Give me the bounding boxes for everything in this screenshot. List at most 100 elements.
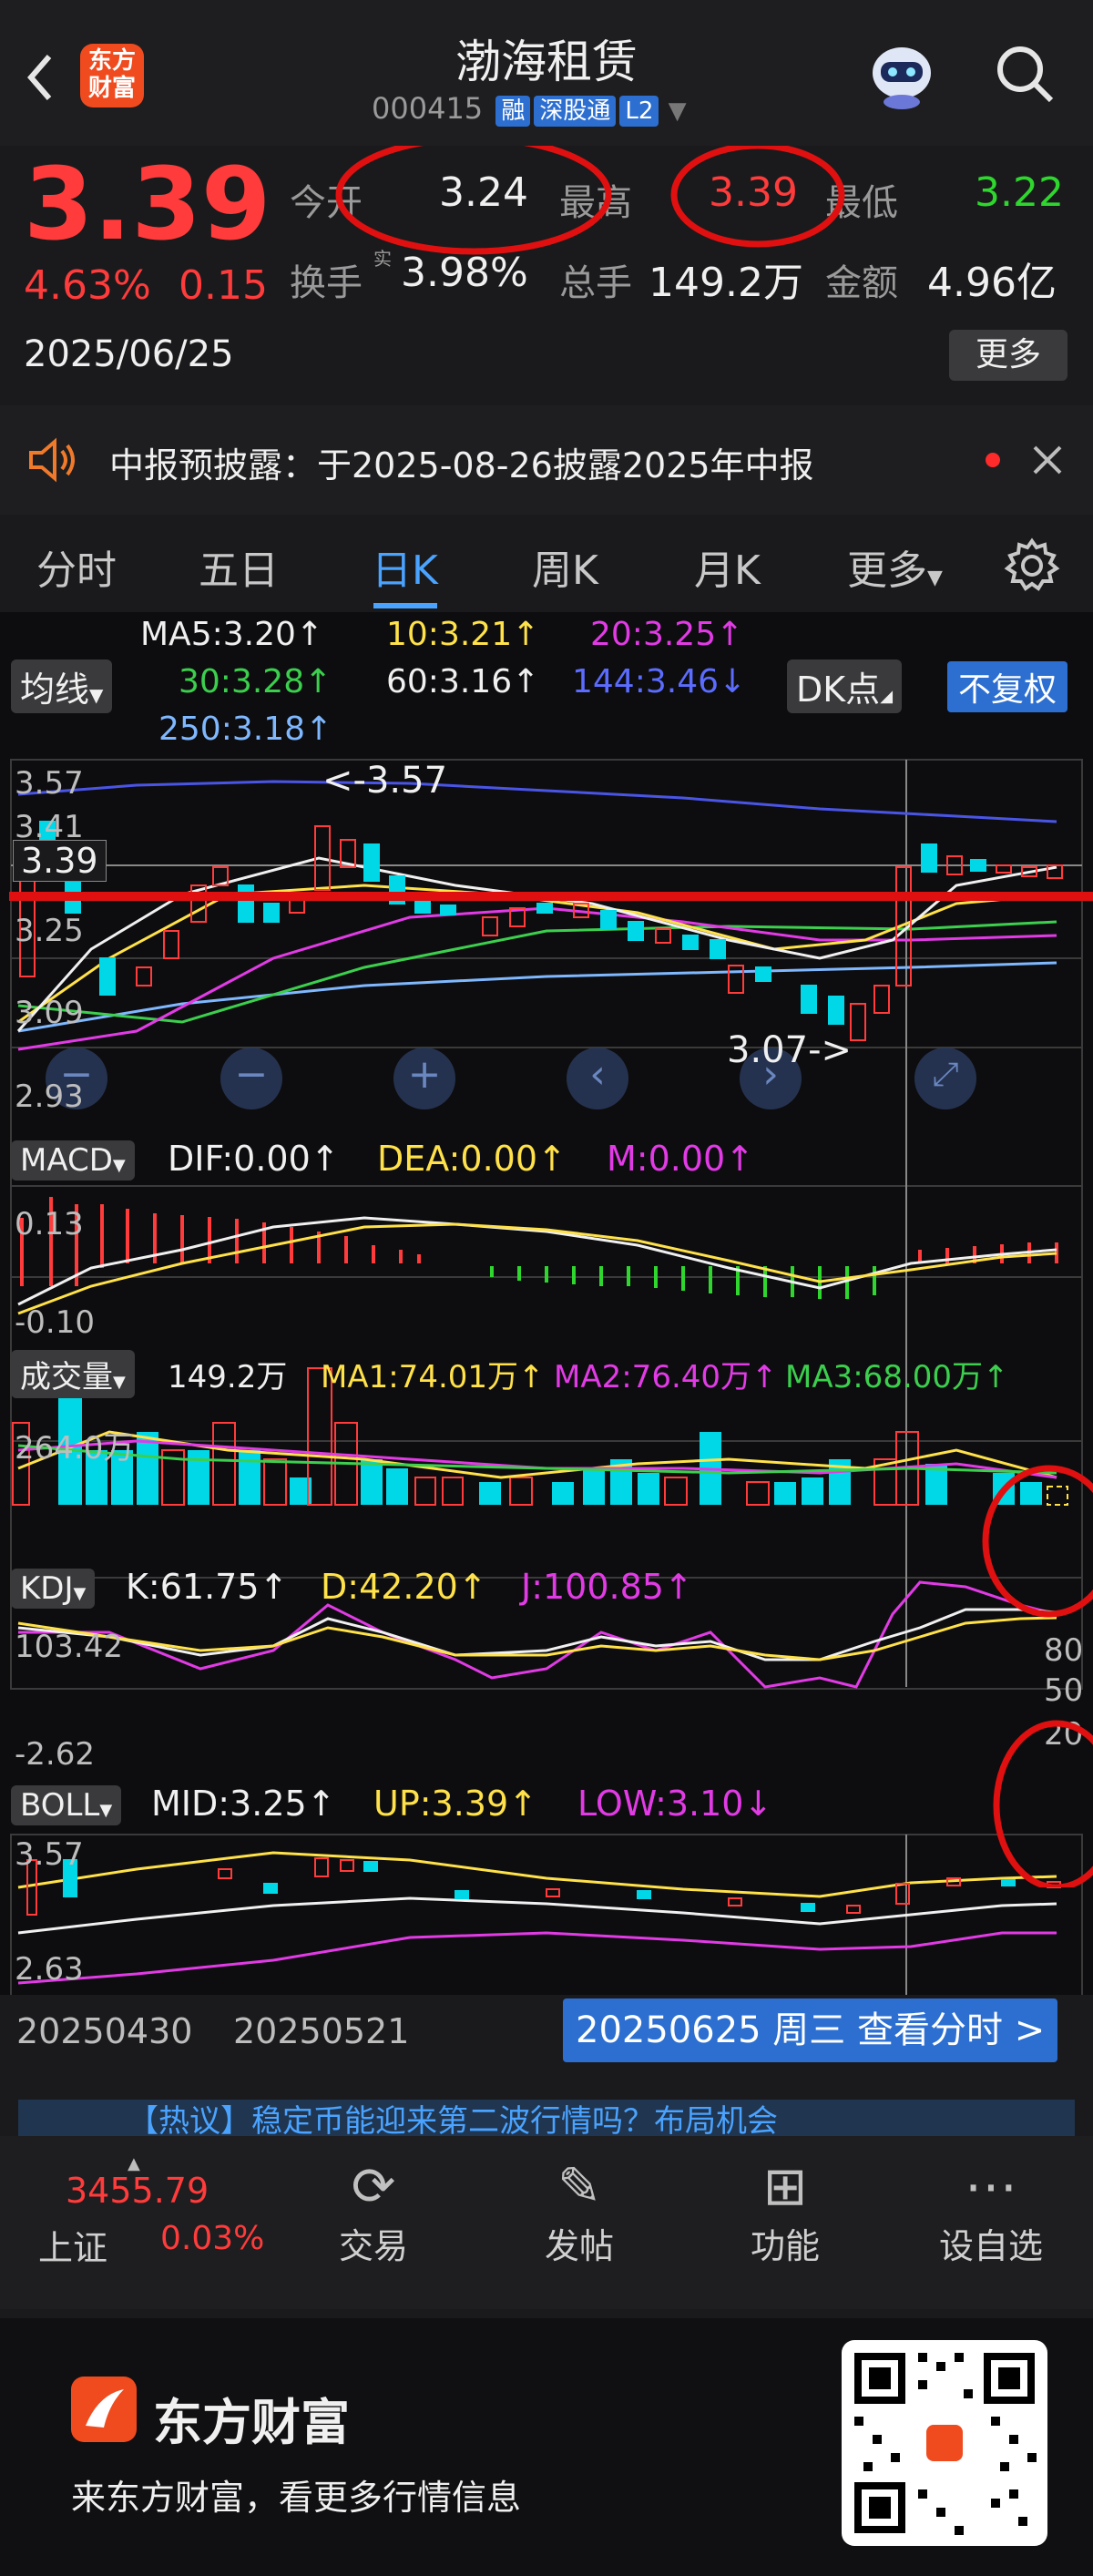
search-icon[interactable] xyxy=(993,42,1057,106)
ma20-value: 20:3.25↑ xyxy=(590,616,744,653)
volume-selector-label: 成交量 xyxy=(20,1359,113,1395)
tab-daily-k[interactable]: 日K xyxy=(372,537,438,596)
annotation-circles xyxy=(335,146,845,255)
tab-weekly-k[interactable]: 周K xyxy=(532,537,598,596)
dk-point-button[interactable]: DK点◢ xyxy=(787,659,903,713)
ma-selector-label: 均线 xyxy=(20,670,90,710)
kdj-selector-label: KDJ xyxy=(20,1570,74,1607)
kdj-selector[interactable]: KDJ▼ xyxy=(11,1569,96,1609)
period-tabs: 分时 五日 日K 周K 月K 更多▼ xyxy=(0,519,1093,610)
nav-add-watchlist-label: 设自选 xyxy=(938,2226,1043,2266)
kdj-y-bottom: -2.62 xyxy=(15,1736,95,1773)
nav-trade-label: 交易 xyxy=(338,2226,408,2266)
active-tab-underline xyxy=(373,603,437,608)
caret-down-icon: ▼ xyxy=(927,567,943,589)
banner-text: 【热议】稳定币能迎来第二波行情吗？布局机会 xyxy=(128,2103,778,2136)
robot-assistant-icon[interactable] xyxy=(861,38,943,111)
zoom-in-icon[interactable]: + xyxy=(403,1053,446,1097)
nav-trade[interactable]: ⟳ 交易 xyxy=(282,2154,465,2268)
boll-chart[interactable] xyxy=(0,1833,1093,2015)
min-price-label: 3.07-> xyxy=(727,1029,853,1071)
ma250-value: 250:3.18↑ xyxy=(158,710,333,748)
stock-code: 000415 xyxy=(372,91,484,126)
boll-selector-label: BOLL xyxy=(20,1787,100,1824)
tab-monthly-k[interactable]: 月K xyxy=(694,537,761,596)
nav-functions[interactable]: ⊞ 功能 xyxy=(694,2154,876,2268)
kdj-y-top: 103.42 xyxy=(15,1629,123,1665)
index-change: 0.03% xyxy=(160,2220,265,2257)
unread-dot xyxy=(986,453,1000,467)
ma60-value: 60:3.16↑ xyxy=(386,663,540,700)
edit-icon: ✎ xyxy=(557,2155,602,2217)
volume-selector[interactable]: 成交量▼ xyxy=(11,1350,135,1398)
index-name: 上证 xyxy=(38,2228,108,2268)
volume-today: 149.2万 xyxy=(168,1359,288,1395)
corner-caret-icon: ◢ xyxy=(880,687,894,706)
close-icon[interactable] xyxy=(1027,440,1067,480)
ma10-value: 10:3.21↑ xyxy=(386,616,540,653)
fullscreen-icon[interactable]: ⤢ xyxy=(924,1053,967,1097)
adjust-toggle-button[interactable]: 不复权 xyxy=(947,661,1068,712)
stock-code-row[interactable]: 000415 融深股通 L2 ▼ xyxy=(372,91,687,127)
quote-panel: 3.39 4.63% 0.15 2025/06/25 今开 3.24 最高 3.… xyxy=(0,146,1093,392)
nav-add-watchlist[interactable]: ⋯ 设自选 xyxy=(900,2154,1082,2268)
date-axis: 20250430 20250521 20250625 周三 查看分时 > xyxy=(0,1995,1093,2068)
scroll-left-icon[interactable]: ‹ xyxy=(576,1053,619,1097)
kline-y-mid: 3.25 xyxy=(15,913,84,949)
boll-mid: MID:3.25↑ xyxy=(151,1784,336,1824)
macd-y-bottom: -0.10 xyxy=(15,1304,95,1341)
macd-dea: DEA:0.00↑ xyxy=(377,1139,567,1179)
nav-functions-label: 功能 xyxy=(750,2226,820,2266)
tag-level2: L2 xyxy=(619,96,659,127)
more-dots-icon: ⋯ xyxy=(965,2155,1017,2217)
header-bar: 东方 财富 渤海租赁 000415 融深股通 L2 ▼ xyxy=(0,0,1093,146)
annotation-circles-right xyxy=(982,1465,1093,1887)
footer-slogan: 来东方财富，看更多行情信息 xyxy=(71,2478,522,2518)
nav-post[interactable]: ✎ 发帖 xyxy=(488,2154,670,2268)
kline-y-q3: 3.09 xyxy=(15,995,84,1031)
kline-y-bottom: 2.93 xyxy=(15,1078,84,1115)
chip-caret-icon: ▼ xyxy=(73,1584,87,1603)
yen-cycle-icon: ⟳ xyxy=(351,2155,396,2217)
tab-more[interactable]: 更多▼ xyxy=(847,537,943,596)
footer-brand: 东方财富 xyxy=(153,2394,350,2451)
index-widget[interactable]: ▲ 3455.79 上证 0.03% xyxy=(27,2154,282,2282)
ma-selector[interactable]: 均线▼ xyxy=(11,659,113,713)
dk-point-label: DK点 xyxy=(796,670,881,710)
kdj-d: D:42.20↑ xyxy=(321,1567,487,1607)
tab-more-label: 更多 xyxy=(847,547,927,594)
max-price-label: <-3.57 xyxy=(322,760,448,802)
volume-ma1: MA1:74.01万↑ xyxy=(321,1359,545,1395)
share-footer: 东方财富 来东方财富，看更多行情信息 xyxy=(0,2318,1093,2576)
boll-y-bottom: 2.63 xyxy=(15,1951,84,1988)
zoom-minus-icon[interactable]: − xyxy=(230,1053,273,1097)
volume-y-top: 264.0万 xyxy=(15,1430,135,1467)
tag-margin: 融 xyxy=(495,96,531,127)
boll-low: LOW:3.10↓ xyxy=(577,1784,773,1824)
chip-caret-icon: ▼ xyxy=(89,684,104,706)
notice-bar[interactable]: 中报预披露：于2025-08-26披露2025年中报 xyxy=(0,405,1093,515)
chip-caret-icon: ▼ xyxy=(99,1801,113,1820)
boll-up: UP:3.39↑ xyxy=(373,1784,537,1824)
date-label-mid: 20250521 xyxy=(233,2011,410,2051)
tab-five-day[interactable]: 五日 xyxy=(199,537,279,596)
chart-area: MA5:3.20↑ 10:3.21↑ 20:3.25↑ 均线▼ 30:3.28↑… xyxy=(0,612,1093,2033)
macd-m: M:0.00↑ xyxy=(607,1139,755,1179)
nav-post-label: 发帖 xyxy=(544,2226,614,2266)
index-value: 3455.79 xyxy=(66,2171,209,2211)
hot-topic-banner[interactable]: 【热议】稳定币能迎来第二波行情吗？布局机会 xyxy=(18,2100,1075,2136)
chip-caret-icon: ▼ xyxy=(113,1373,126,1392)
ma144-value: 144:3.46↓ xyxy=(572,663,747,700)
speaker-icon xyxy=(26,433,80,487)
kdj-k: K:61.75↑ xyxy=(126,1567,289,1607)
boll-selector[interactable]: BOLL▼ xyxy=(11,1785,122,1825)
macd-selector-label: MACD xyxy=(20,1142,113,1179)
qr-code xyxy=(842,2340,1047,2546)
settings-gear-icon[interactable] xyxy=(1002,536,1062,596)
notice-text: 中报预披露：于2025-08-26披露2025年中报 xyxy=(109,445,814,486)
macd-selector[interactable]: MACD▼ xyxy=(11,1140,135,1181)
view-intraday-button[interactable]: 20250625 周三 查看分时 > xyxy=(563,1998,1058,2062)
tab-intraday[interactable]: 分时 xyxy=(36,537,117,596)
brand-logo-icon xyxy=(71,2377,137,2442)
tag-connect: 深股通 xyxy=(534,96,617,127)
